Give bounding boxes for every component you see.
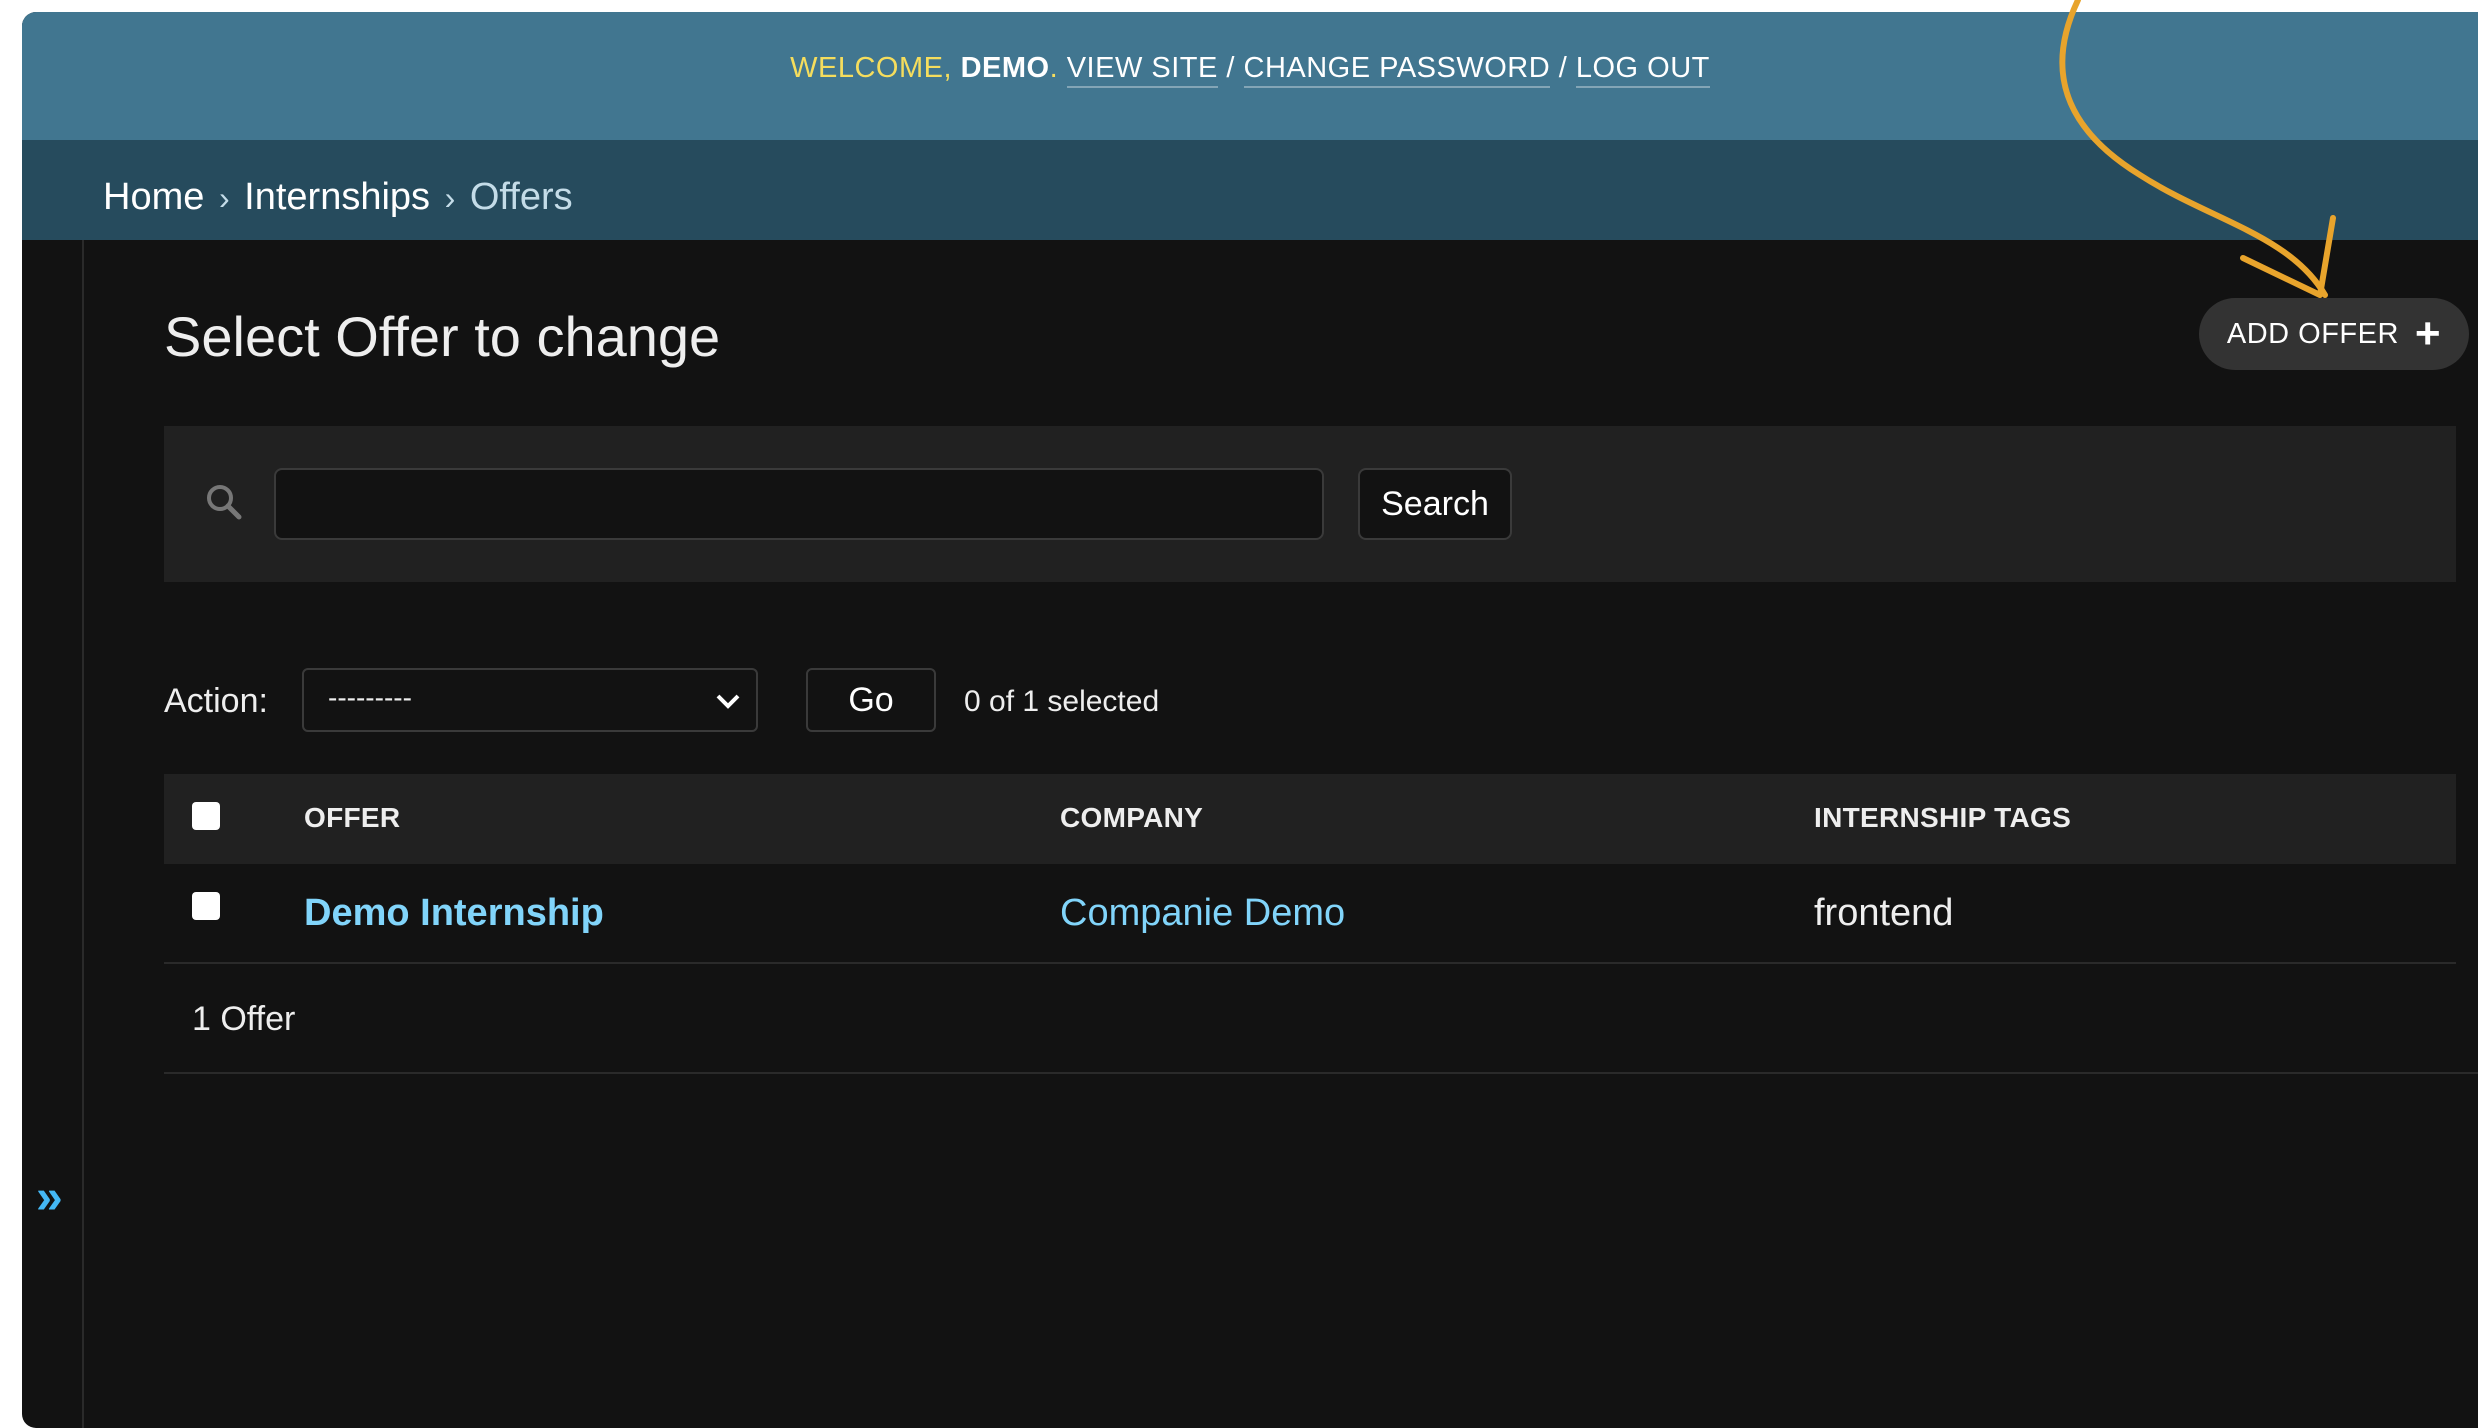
column-header-offer[interactable]: OFFER — [304, 802, 400, 834]
content: Select Offer to change ADD OFFER + Searc… — [164, 240, 2478, 1428]
breadcrumb-separator: › — [444, 180, 456, 216]
welcome-dot: . — [1049, 52, 1067, 84]
internship-tags-cell: frontend — [1814, 892, 1954, 934]
breadcrumb-offers: Offers — [469, 176, 573, 218]
breadcrumb: Home › Internships › Offers — [22, 140, 2478, 240]
action-label: Action: — [164, 682, 268, 720]
table-row: Demo Internship Companie Demo frontend — [164, 864, 2456, 964]
selected-count: 0 of 1 selected — [964, 685, 1160, 718]
divider — [164, 1072, 2478, 1074]
welcome-text: WELCOME, — [790, 52, 961, 84]
chevron-down-icon — [716, 694, 740, 709]
breadcrumb-home[interactable]: Home — [103, 176, 204, 218]
plus-icon: + — [2414, 309, 2442, 358]
separator: / — [1217, 52, 1244, 84]
action-select[interactable]: --------- — [302, 668, 758, 732]
table-header: OFFER COMPANY INTERNSHIP TAGS — [164, 774, 2456, 864]
sidebar-toggle-icon[interactable]: » — [36, 1170, 63, 1225]
page-title: Select Offer to change — [164, 305, 721, 368]
change-password-link[interactable]: CHANGE PASSWORD — [1243, 52, 1551, 88]
column-header-internship-tags[interactable]: INTERNSHIP TAGS — [1814, 802, 2071, 834]
search-toolbar: Search — [164, 426, 2456, 582]
actions-bar: Action: --------- Go 0 of 1 selected — [164, 668, 1364, 734]
log-out-link[interactable]: LOG OUT — [1575, 52, 1710, 88]
header: WELCOME, DEMO. VIEW SITE / CHANGE PASSWO… — [22, 12, 2478, 140]
company-link[interactable]: Companie Demo — [1060, 892, 1345, 935]
username: DEMO — [960, 52, 1050, 84]
search-input[interactable] — [274, 468, 1324, 540]
search-icon — [204, 482, 244, 527]
view-site-link[interactable]: VIEW SITE — [1066, 52, 1218, 88]
user-tools: WELCOME, DEMO. VIEW SITE / CHANGE PASSWO… — [22, 52, 2478, 88]
go-button[interactable]: Go — [806, 668, 936, 732]
action-select-value: --------- — [328, 682, 412, 713]
column-header-company[interactable]: COMPANY — [1060, 802, 1203, 834]
admin-window: WELCOME, DEMO. VIEW SITE / CHANGE PASSWO… — [22, 12, 2478, 1428]
offer-link[interactable]: Demo Internship — [304, 892, 604, 935]
nav-sidebar: » — [22, 240, 84, 1428]
separator: / — [1550, 52, 1576, 84]
select-all-checkbox[interactable] — [192, 802, 220, 830]
paginator: 1 Offer — [192, 1000, 296, 1038]
breadcrumb-internships[interactable]: Internships — [244, 176, 430, 218]
add-offer-button[interactable]: ADD OFFER + — [2199, 298, 2469, 370]
row-checkbox[interactable] — [192, 892, 220, 920]
add-offer-label: ADD OFFER — [2226, 317, 2399, 350]
breadcrumb-separator: › — [218, 180, 230, 216]
search-button[interactable]: Search — [1358, 468, 1512, 540]
